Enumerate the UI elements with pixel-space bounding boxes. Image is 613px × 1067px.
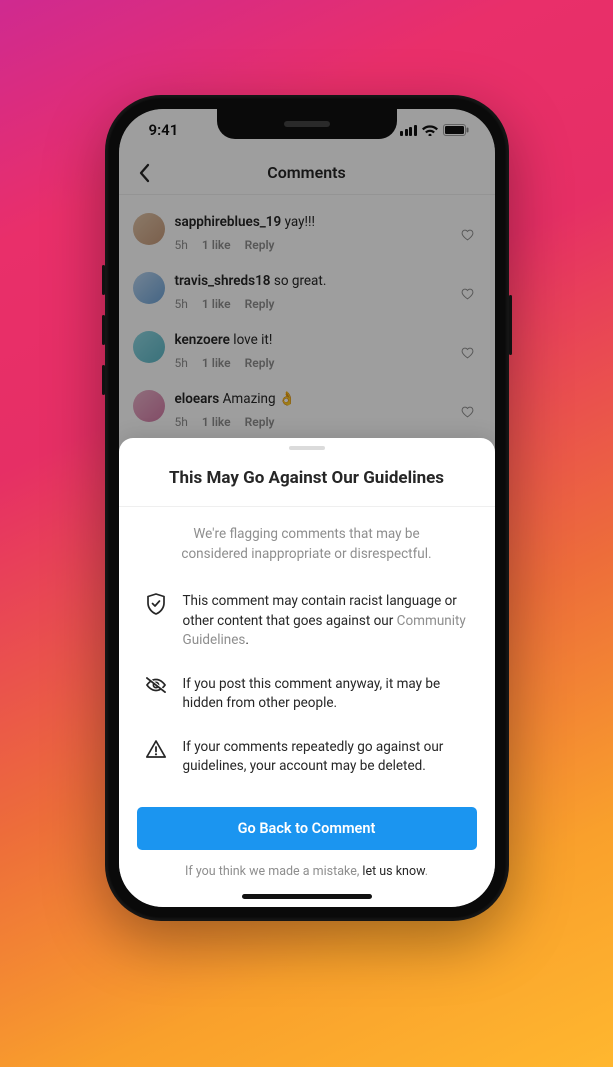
bullet-text: This comment may contain racist language… xyxy=(183,592,469,651)
sheet-bullets: This comment may contain racist language… xyxy=(119,572,495,793)
sheet-intro: We're flagging comments that may be cons… xyxy=(119,507,495,572)
bullet-text-post: . xyxy=(245,632,249,648)
bullet-guidelines: This comment may contain racist language… xyxy=(145,580,469,663)
bullet-hidden: If you post this comment anyway, it may … xyxy=(145,663,469,726)
go-back-to-comment-button[interactable]: Go Back to Comment xyxy=(137,807,477,850)
warning-triangle-icon xyxy=(145,738,167,759)
mistake-post: . xyxy=(425,864,428,879)
bullet-deleted: If your comments repeatedly go against o… xyxy=(145,726,469,789)
speaker-grille xyxy=(284,121,330,127)
bullet-text-pre: If you post this comment anyway, it may … xyxy=(183,676,441,712)
bullet-text: If you post this comment anyway, it may … xyxy=(183,675,469,714)
sheet-title: This May Go Against Our Guidelines xyxy=(119,450,495,507)
mistake-pre: If you think we made a mistake, xyxy=(185,864,362,879)
phone-notch xyxy=(217,109,397,139)
phone-frame: 9:41 Comments xyxy=(105,95,509,921)
gradient-background: 9:41 Comments xyxy=(0,0,613,1067)
home-indicator[interactable] xyxy=(242,894,372,899)
bullet-text-pre: If your comments repeatedly go against o… xyxy=(183,739,444,775)
warning-sheet: This May Go Against Our Guidelines We're… xyxy=(119,438,495,907)
bullet-text: If your comments repeatedly go against o… xyxy=(183,738,469,777)
shield-check-icon xyxy=(145,592,167,615)
let-us-know-link[interactable]: let us know xyxy=(362,864,424,879)
eye-off-icon xyxy=(145,675,167,694)
mistake-line: If you think we made a mistake, let us k… xyxy=(119,864,495,879)
phone-screen: 9:41 Comments xyxy=(119,109,495,907)
